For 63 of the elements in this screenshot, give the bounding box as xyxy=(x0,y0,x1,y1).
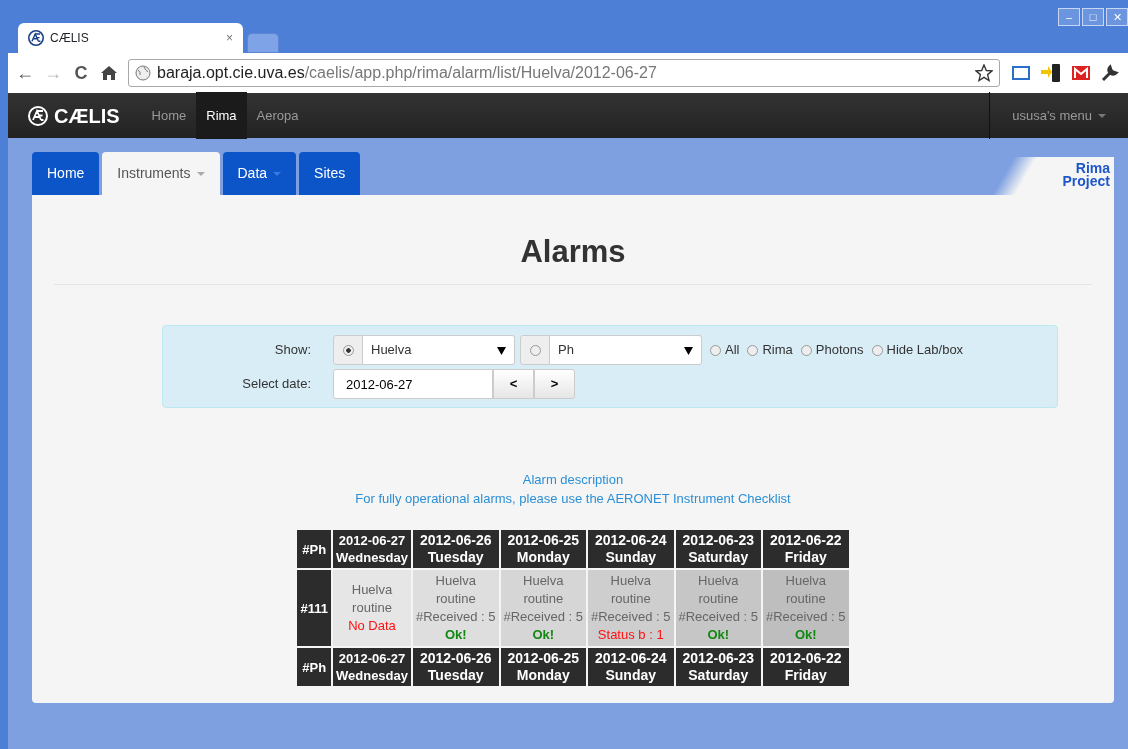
page-tab[interactable]: Home xyxy=(32,152,100,195)
header-cell: #Ph xyxy=(297,648,331,687)
mail-icon[interactable] xyxy=(1070,63,1092,83)
header-cell: 2012-06-22 Friday xyxy=(763,648,849,687)
header-cell: 2012-06-23 Saturday xyxy=(675,648,761,687)
table-cell: Huelva routine #Received : 5 Ok! xyxy=(675,570,761,647)
header-cell: #111 xyxy=(297,570,331,647)
table-cell: Huelva routine #Received : 5 Ok! xyxy=(413,570,499,647)
caret-icon[interactable] xyxy=(684,347,693,355)
table-cell: Huelva routine #Received : 5 Ok! xyxy=(500,570,586,647)
radio-option[interactable]: Photons xyxy=(800,340,864,360)
screen-icon[interactable] xyxy=(1010,63,1032,83)
date-label: Select date: xyxy=(241,375,312,394)
caret-icon[interactable] xyxy=(497,347,506,355)
globe-icon xyxy=(135,65,151,81)
nav-link[interactable]: Aeropa xyxy=(246,91,309,140)
header-cell: 2012-06-25 Monday xyxy=(500,530,586,569)
page-tab[interactable]: Instruments xyxy=(102,152,220,195)
back-button[interactable]: ← xyxy=(16,59,34,87)
nav-link[interactable]: Rima xyxy=(196,91,247,140)
home-icon[interactable] xyxy=(100,65,118,81)
previous-date-button[interactable]: < xyxy=(493,369,534,400)
next-date-button[interactable]: > xyxy=(534,369,575,400)
table-cell: Huelva routine No Data xyxy=(333,570,411,647)
tab-close-button[interactable]: × xyxy=(226,29,233,47)
radio-option[interactable]: Hide Lab/box xyxy=(871,340,964,360)
reload-button[interactable]: C xyxy=(72,59,90,87)
tab-title: CÆLIS xyxy=(50,30,90,47)
table-cell: Huelva routine #Received : 5 Ok! xyxy=(763,570,849,647)
star-icon[interactable] xyxy=(975,64,993,82)
logo-icon xyxy=(28,30,44,46)
select-field[interactable]: Huelva xyxy=(363,335,515,366)
phone-icon[interactable] xyxy=(1040,62,1062,84)
page-tab[interactable]: Sites xyxy=(299,152,361,195)
url-text: baraja.opt.cie.uva.es/caelis/app.php/rima/alarm/list/Huelva/2012-06-27 xyxy=(157,63,658,83)
header-cell: 2012-06-25 Monday xyxy=(500,648,586,687)
header-cell: 2012-06-26 Tuesday xyxy=(413,530,499,569)
project-label: Rima xyxy=(1075,162,1110,175)
header-cell: 2012-06-27 Wednesday xyxy=(333,648,411,687)
radio-addon[interactable] xyxy=(333,335,363,366)
address-bar[interactable]: baraja.opt.cie.uva.es/caelis/app.php/rima/alarm/list/Huelva/2012-06-27 xyxy=(128,59,1000,87)
radio-addon[interactable] xyxy=(520,335,550,366)
nav-link[interactable]: Home xyxy=(141,91,197,140)
radio-option[interactable]: All xyxy=(710,340,740,360)
header-cell: 2012-06-26 Tuesday xyxy=(413,648,499,687)
header-cell: 2012-06-24 Sunday xyxy=(588,648,674,687)
wrench-icon[interactable] xyxy=(1100,63,1120,83)
header-cell: #Ph xyxy=(297,530,331,569)
brand-logo[interactable]: CÆLIS xyxy=(28,100,120,131)
page-tab[interactable]: Data xyxy=(222,152,297,195)
page-title: Alarms xyxy=(54,195,1092,286)
table-cell: Huelva routine #Received : 5 Status b : 1 xyxy=(588,570,674,647)
radio-option[interactable]: Rima xyxy=(747,340,793,360)
select-field[interactable]: Ph xyxy=(550,335,702,366)
date-field[interactable]: 2012-06-27 xyxy=(333,369,493,400)
header-cell: 2012-06-22 Friday xyxy=(763,530,849,569)
header-cell: 2012-06-27 Wednesday xyxy=(333,530,411,569)
header-cell: 2012-06-24 Sunday xyxy=(588,530,674,569)
logo-icon xyxy=(28,105,48,126)
show-label: Show: xyxy=(273,341,312,360)
browser-tab[interactable]: CÆLIS × xyxy=(18,23,243,53)
project-label: Project xyxy=(1061,175,1110,188)
header-cell: 2012-06-23 Saturday xyxy=(675,530,761,569)
